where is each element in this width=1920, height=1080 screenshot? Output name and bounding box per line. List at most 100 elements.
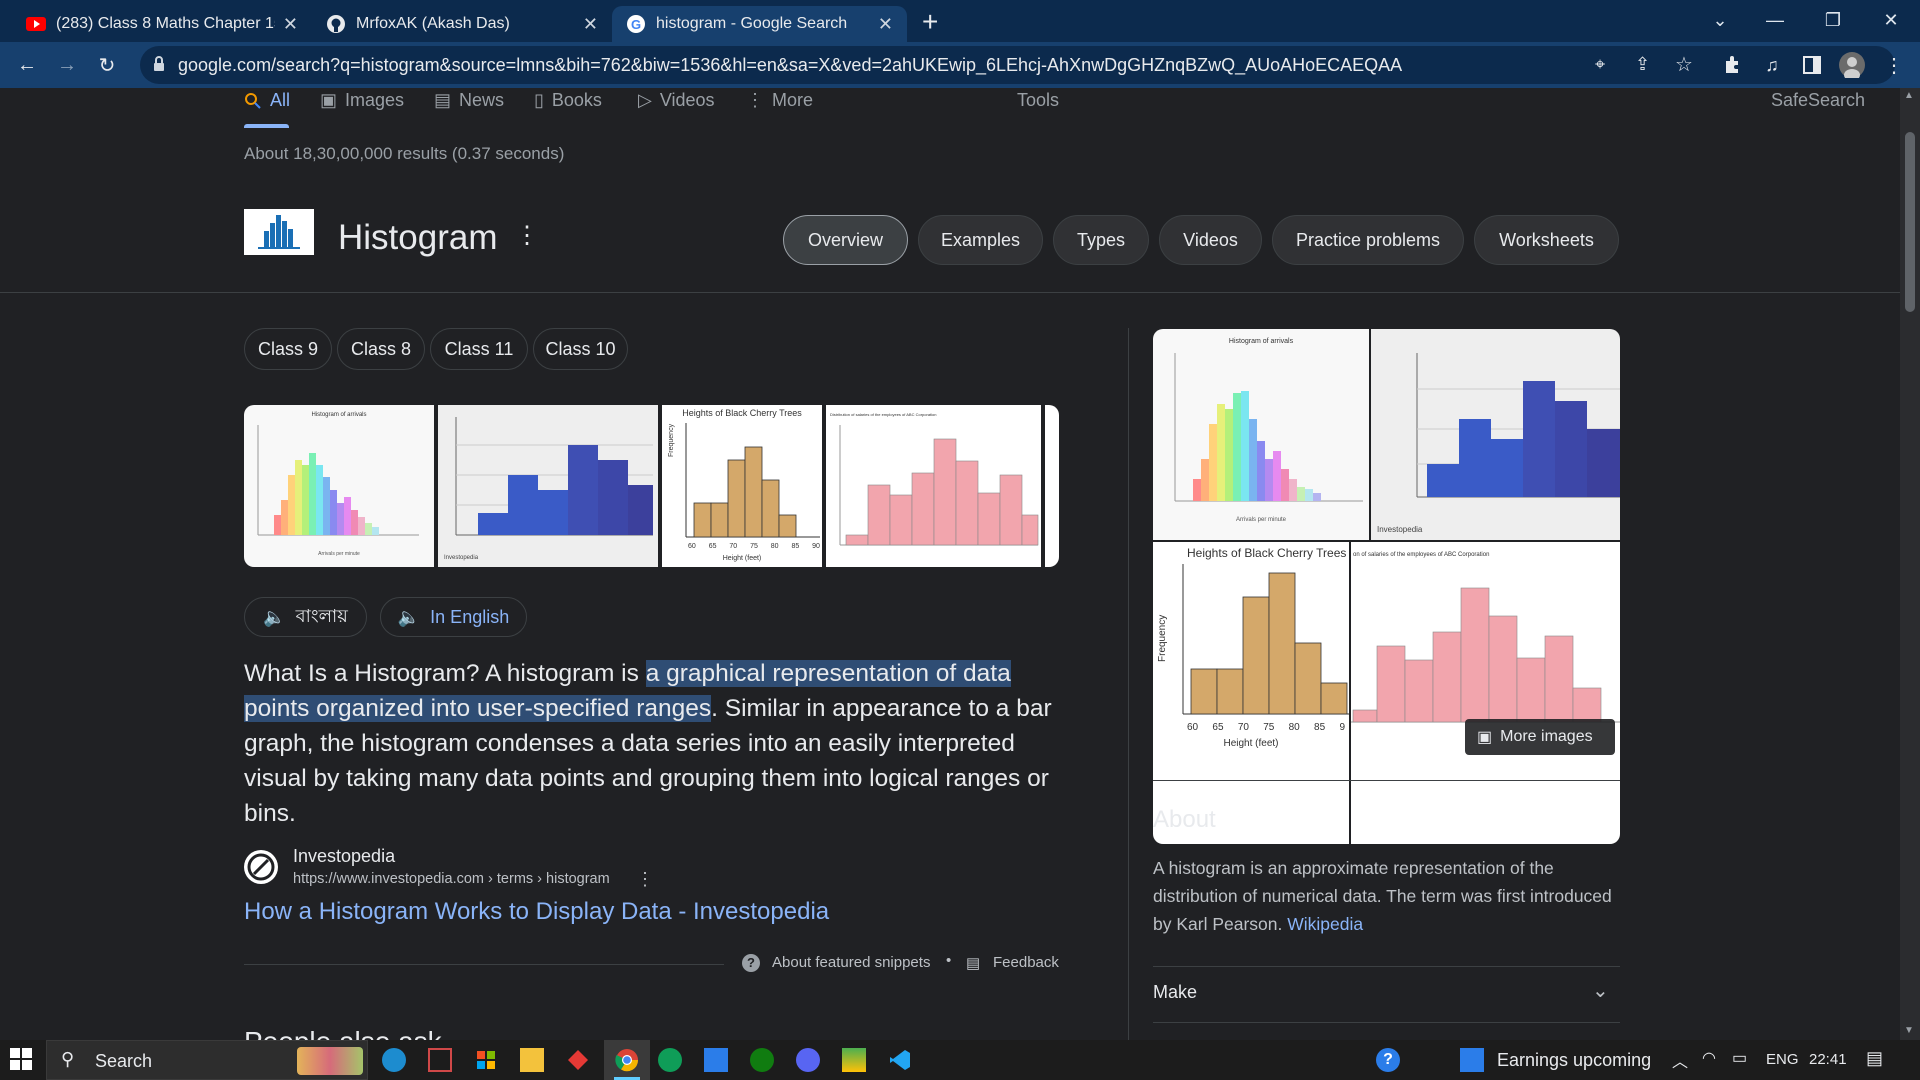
mail-app-icon[interactable] [428,1048,452,1072]
chip-class-9[interactable]: Class 9 [244,328,332,370]
image-strip[interactable]: Histogram of arrivals Arrivals per minut… [244,405,1059,567]
listen-english-button[interactable]: 🔈 In English [380,597,527,637]
chip-types[interactable]: Types [1053,215,1149,265]
red-app-icon[interactable] [566,1048,590,1072]
tab-github[interactable]: MrfoxAK (Akash Das) ✕ [312,6,612,42]
investopedia-favicon-icon[interactable] [244,850,278,884]
chip-class-11[interactable]: Class 11 [430,328,528,370]
chevron-down-icon[interactable]: ⌄ [1592,978,1609,1003]
source-url[interactable]: https://www.investopedia.com › terms › h… [293,871,610,887]
blue-app-icon[interactable] [704,1048,728,1072]
image-partial[interactable] [1045,405,1059,567]
kp-image-black-cherry-trees[interactable]: Heights of Black Cherry Trees Frequency … [1153,542,1349,844]
image-histogram-arrivals[interactable]: Histogram of arrivals Arrivals per minut… [244,405,434,567]
kp-image-salaries-distribution[interactable]: on of salaries of the employees of ABC C… [1351,542,1620,844]
about-featured-snippets-link[interactable]: About featured snippets [772,954,930,971]
chip-class-8[interactable]: Class 8 [337,328,425,370]
file-explorer-icon[interactable] [520,1048,544,1072]
side-panel-icon[interactable] [1797,50,1827,80]
image-salaries-distribution[interactable]: Distribution of salaries of the employee… [826,405,1041,567]
taskbar-search-box[interactable]: ⚲ Search [46,1040,368,1080]
url-text[interactable]: google.com/search?q=histogram&source=lmn… [178,55,1402,76]
address-bar[interactable]: google.com/search?q=histogram&source=lmn… [140,46,1895,84]
scroll-down-icon[interactable]: ▼ [1904,1025,1914,1036]
xbox-icon[interactable] [750,1048,774,1072]
news-widget-icon[interactable] [1460,1048,1484,1072]
forward-button[interactable]: → [52,50,82,80]
reload-button[interactable]: ↻ [92,50,122,80]
store-icon[interactable] [474,1048,498,1072]
topic-menu-icon[interactable]: ⋮ [515,221,539,250]
image-investopedia-histogram[interactable]: Investopedia [438,405,658,567]
image-black-cherry-trees[interactable]: Heights of Black Cherry Trees Frequency … [662,405,822,567]
vscode-icon[interactable] [888,1048,912,1072]
discord-icon[interactable] [796,1048,820,1072]
help-icon[interactable]: ? [1376,1048,1400,1072]
close-window-button[interactable]: ✕ [1866,0,1916,40]
news-widget-text[interactable]: Earnings upcoming [1497,1050,1651,1071]
chip-examples[interactable]: Examples [918,215,1043,265]
tab-search-chevron-icon[interactable]: ⌄ [1695,0,1745,40]
tab-google-search[interactable]: G histogram - Google Search ✕ [612,6,907,42]
tools-button[interactable]: Tools [1017,90,1059,111]
media-control-icon[interactable]: ♫ [1757,50,1787,80]
wikipedia-link[interactable]: Wikipedia [1287,914,1363,934]
lock-icon[interactable] [153,56,165,77]
edge-browser-icon[interactable] [382,1048,406,1072]
topic-title: Histogram [338,218,498,257]
minimize-button[interactable]: — [1750,0,1800,40]
language-indicator[interactable]: ENG [1766,1051,1799,1068]
kp-image-investopedia-histogram[interactable]: Investopedia [1371,329,1620,540]
knowledge-panel-images[interactable]: Histogram of arrivals Arrivals per minut… [1153,329,1620,844]
chip-worksheets[interactable]: Worksheets [1474,215,1619,265]
safesearch-button[interactable]: SafeSearch [1771,90,1865,111]
scroll-thumb[interactable] [1905,132,1915,312]
back-button[interactable]: ← [12,50,42,80]
share-icon[interactable]: ⇪ [1635,54,1650,75]
scroll-up-icon[interactable]: ▲ [1904,90,1914,101]
page-scrollbar[interactable]: ▲ ▼ [1900,88,1920,1040]
tab-images[interactable]: ▣ Images [320,90,404,111]
chip-practice-problems[interactable]: Practice problems [1272,215,1464,265]
result-link-title[interactable]: How a Histogram Works to Display Data - … [244,898,829,926]
bookmark-star-icon[interactable]: ☆ [1675,52,1693,77]
chrome-profile-icon[interactable] [658,1048,682,1072]
tab-youtube[interactable]: (283) Class 8 Maths Chapter 15 | ✕ [12,6,312,42]
listen-bengali-button[interactable]: 🔈 বাংলায় [244,597,367,637]
wifi-icon[interactable]: ◠ [1702,1048,1716,1068]
new-tab-button[interactable]: + [922,6,938,38]
stack-app-icon[interactable] [842,1048,866,1072]
windows-start-icon[interactable] [10,1048,34,1072]
notification-center-icon[interactable]: ▤ [1866,1048,1883,1069]
tab-all[interactable]: All [244,90,290,111]
separator-dot: • [946,952,952,969]
feedback-icon[interactable]: ▤ [966,954,980,972]
restore-button[interactable]: ❐ [1808,0,1858,40]
tab-more[interactable]: ⋮ More [746,90,813,111]
chip-class-10[interactable]: Class 10 [533,328,628,370]
close-tab-icon[interactable]: ✕ [583,14,598,35]
source-name[interactable]: Investopedia [293,846,395,867]
chip-videos[interactable]: Videos [1159,215,1262,265]
feedback-link[interactable]: Feedback [993,954,1059,971]
tab-books[interactable]: ▯ Books [534,90,602,111]
chevron-up-icon[interactable]: ︿ [1672,1048,1688,1072]
extensions-icon[interactable] [1717,50,1747,80]
close-tab-icon[interactable]: ✕ [283,14,298,35]
clock-time[interactable]: 22:41 [1809,1051,1847,1068]
close-tab-icon[interactable]: ✕ [878,14,893,35]
browser-menu-icon[interactable]: ⋮ [1879,50,1909,80]
kp-image-histogram-arrivals[interactable]: Histogram of arrivals Arrivals per minut… [1153,329,1369,540]
more-images-button[interactable]: ▣ More images [1465,719,1615,755]
location-icon[interactable]: ⌖ [1595,54,1605,75]
tab-news[interactable]: ▤ News [434,90,504,111]
chip-overview[interactable]: Overview [783,215,908,265]
tab-videos[interactable]: ▷ Videos [638,90,715,111]
speaker-icon: 🔈 [397,606,421,627]
battery-icon[interactable]: ▭ [1732,1048,1747,1068]
make-label[interactable]: Make [1153,982,1197,1003]
profile-avatar[interactable] [1837,50,1867,80]
result-menu-icon[interactable]: ⋮ [636,869,654,890]
chrome-taskbar-active[interactable] [604,1040,650,1080]
help-icon[interactable]: ? [742,954,760,972]
